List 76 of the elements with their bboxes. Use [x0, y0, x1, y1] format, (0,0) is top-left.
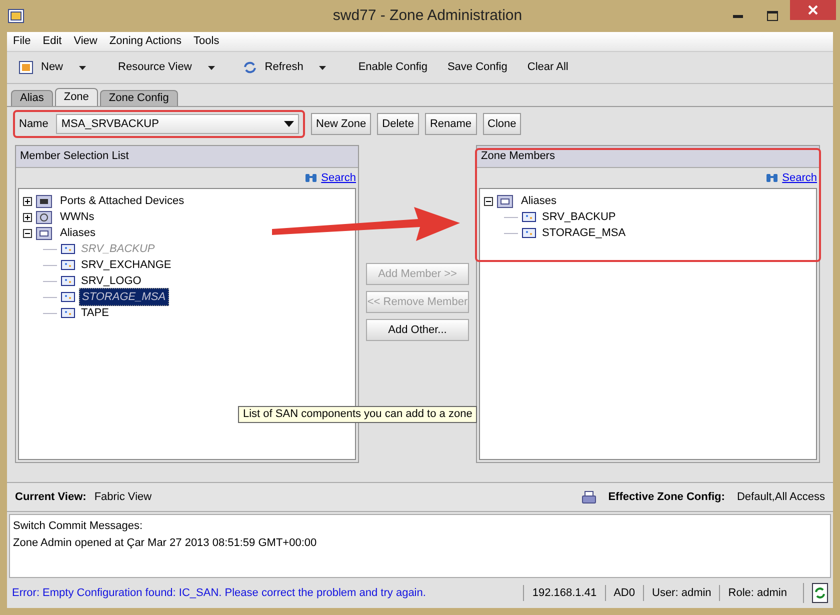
window-title: swd77 - Zone Administration	[332, 6, 522, 26]
tree-item[interactable]: Aliases	[60, 224, 96, 242]
tab[interactable]: Zone	[54, 88, 98, 106]
panel-title: Member Selection List	[20, 149, 129, 164]
toolbar-button[interactable]: Resource View	[108, 56, 221, 80]
search-link[interactable]: Search	[782, 170, 817, 186]
folder-icon	[36, 226, 52, 240]
panel-title: Zone Members	[481, 149, 555, 164]
field-label: Name	[19, 116, 48, 132]
printer-icon[interactable]	[582, 490, 596, 504]
tab[interactable]: Alias	[11, 90, 53, 106]
tree-item[interactable]: STORAGE_MSA	[540, 224, 628, 242]
toolbar-button[interactable]: Refresh	[236, 56, 332, 80]
info-value: Default,All Access	[736, 490, 825, 505]
error-message: Error: Empty Configuration found: IC_SAN. Please correct the problem and try again.	[12, 586, 427, 601]
grid-icon	[19, 61, 33, 74]
caret-icon	[284, 121, 294, 127]
message-line: Zone Admin opened at Çar Mar 27 2013 08:51:59 GMT+00:00	[13, 536, 318, 550]
alias-icon	[61, 260, 75, 270]
tree-item[interactable]: SRV_BACKUP	[540, 208, 618, 226]
collapse-icon[interactable]	[484, 196, 493, 206]
close-button[interactable]	[790, 0, 836, 20]
expand-icon[interactable]	[23, 196, 32, 206]
close-icon	[808, 5, 818, 15]
app-icon	[8, 9, 24, 23]
info-label: Current View:	[15, 490, 86, 505]
caret-icon	[79, 66, 86, 70]
menu-item[interactable]: Edit	[42, 33, 62, 50]
tree-item[interactable]: SRV_LOGO	[79, 272, 144, 290]
status-field: User: admin	[643, 584, 720, 602]
message-line: Switch Commit Messages:	[13, 519, 144, 534]
alias-icon	[522, 228, 536, 238]
name-combo[interactable]: Name MSA_SRVBACKUP	[13, 110, 305, 138]
tooltip: List of SAN components you can add to a zone	[238, 406, 478, 423]
action-button[interactable]: Add Other...	[366, 319, 469, 341]
tree-item[interactable]: TAPE	[79, 304, 111, 322]
caret-icon	[319, 66, 326, 70]
toolbar-button[interactable]: New	[13, 56, 92, 80]
alias-icon	[61, 292, 75, 302]
alias-icon	[522, 212, 536, 222]
expand-icon[interactable]	[23, 212, 32, 222]
menu-item[interactable]: Zoning Actions	[109, 33, 182, 50]
toolbar-button[interactable]: Enable Config	[348, 56, 434, 80]
tree-item[interactable]: SRV_EXCHANGE	[79, 256, 174, 274]
collapse-icon[interactable]	[23, 228, 32, 238]
toolbar-button[interactable]: Clear All	[517, 56, 574, 80]
menu-item[interactable]: File	[13, 33, 31, 50]
zone-button[interactable]: New Zone	[311, 113, 372, 135]
status-field: Role: admin	[719, 584, 795, 602]
info-label: Effective Zone Config:	[608, 490, 725, 505]
caret-icon	[208, 66, 215, 70]
alias-icon	[61, 244, 75, 254]
alias-icon	[61, 276, 75, 286]
alias-icon	[61, 308, 75, 318]
name-field[interactable]: MSA_SRVBACKUP	[56, 114, 299, 134]
zone-button[interactable]: Rename	[424, 113, 477, 135]
search-link[interactable]: Search	[321, 170, 356, 186]
folder-icon	[36, 210, 52, 224]
zone-button[interactable]: Delete	[377, 113, 419, 135]
maximize-icon[interactable]	[767, 11, 778, 21]
tree-item[interactable]: Ports & Attached Devices	[60, 192, 184, 210]
folder-icon	[497, 194, 513, 208]
menu-item[interactable]: View	[74, 33, 98, 50]
refresh-icon	[242, 61, 257, 74]
status-field: 192.168.1.41	[523, 584, 605, 602]
info-value: Fabric View	[94, 490, 152, 505]
menu-item[interactable]: Tools	[194, 33, 220, 50]
status-field: AD0	[604, 584, 643, 602]
minimize-icon[interactable]	[733, 14, 743, 18]
tree-item[interactable]: Aliases	[521, 192, 556, 210]
toolbar-button[interactable]: Save Config	[437, 56, 514, 80]
tab[interactable]: Zone Config	[100, 90, 178, 106]
zone-button[interactable]: Clone	[482, 113, 522, 135]
refresh-icon[interactable]	[812, 583, 828, 603]
folder-icon	[36, 194, 52, 208]
tree-item[interactable]: WWNs	[60, 208, 94, 226]
